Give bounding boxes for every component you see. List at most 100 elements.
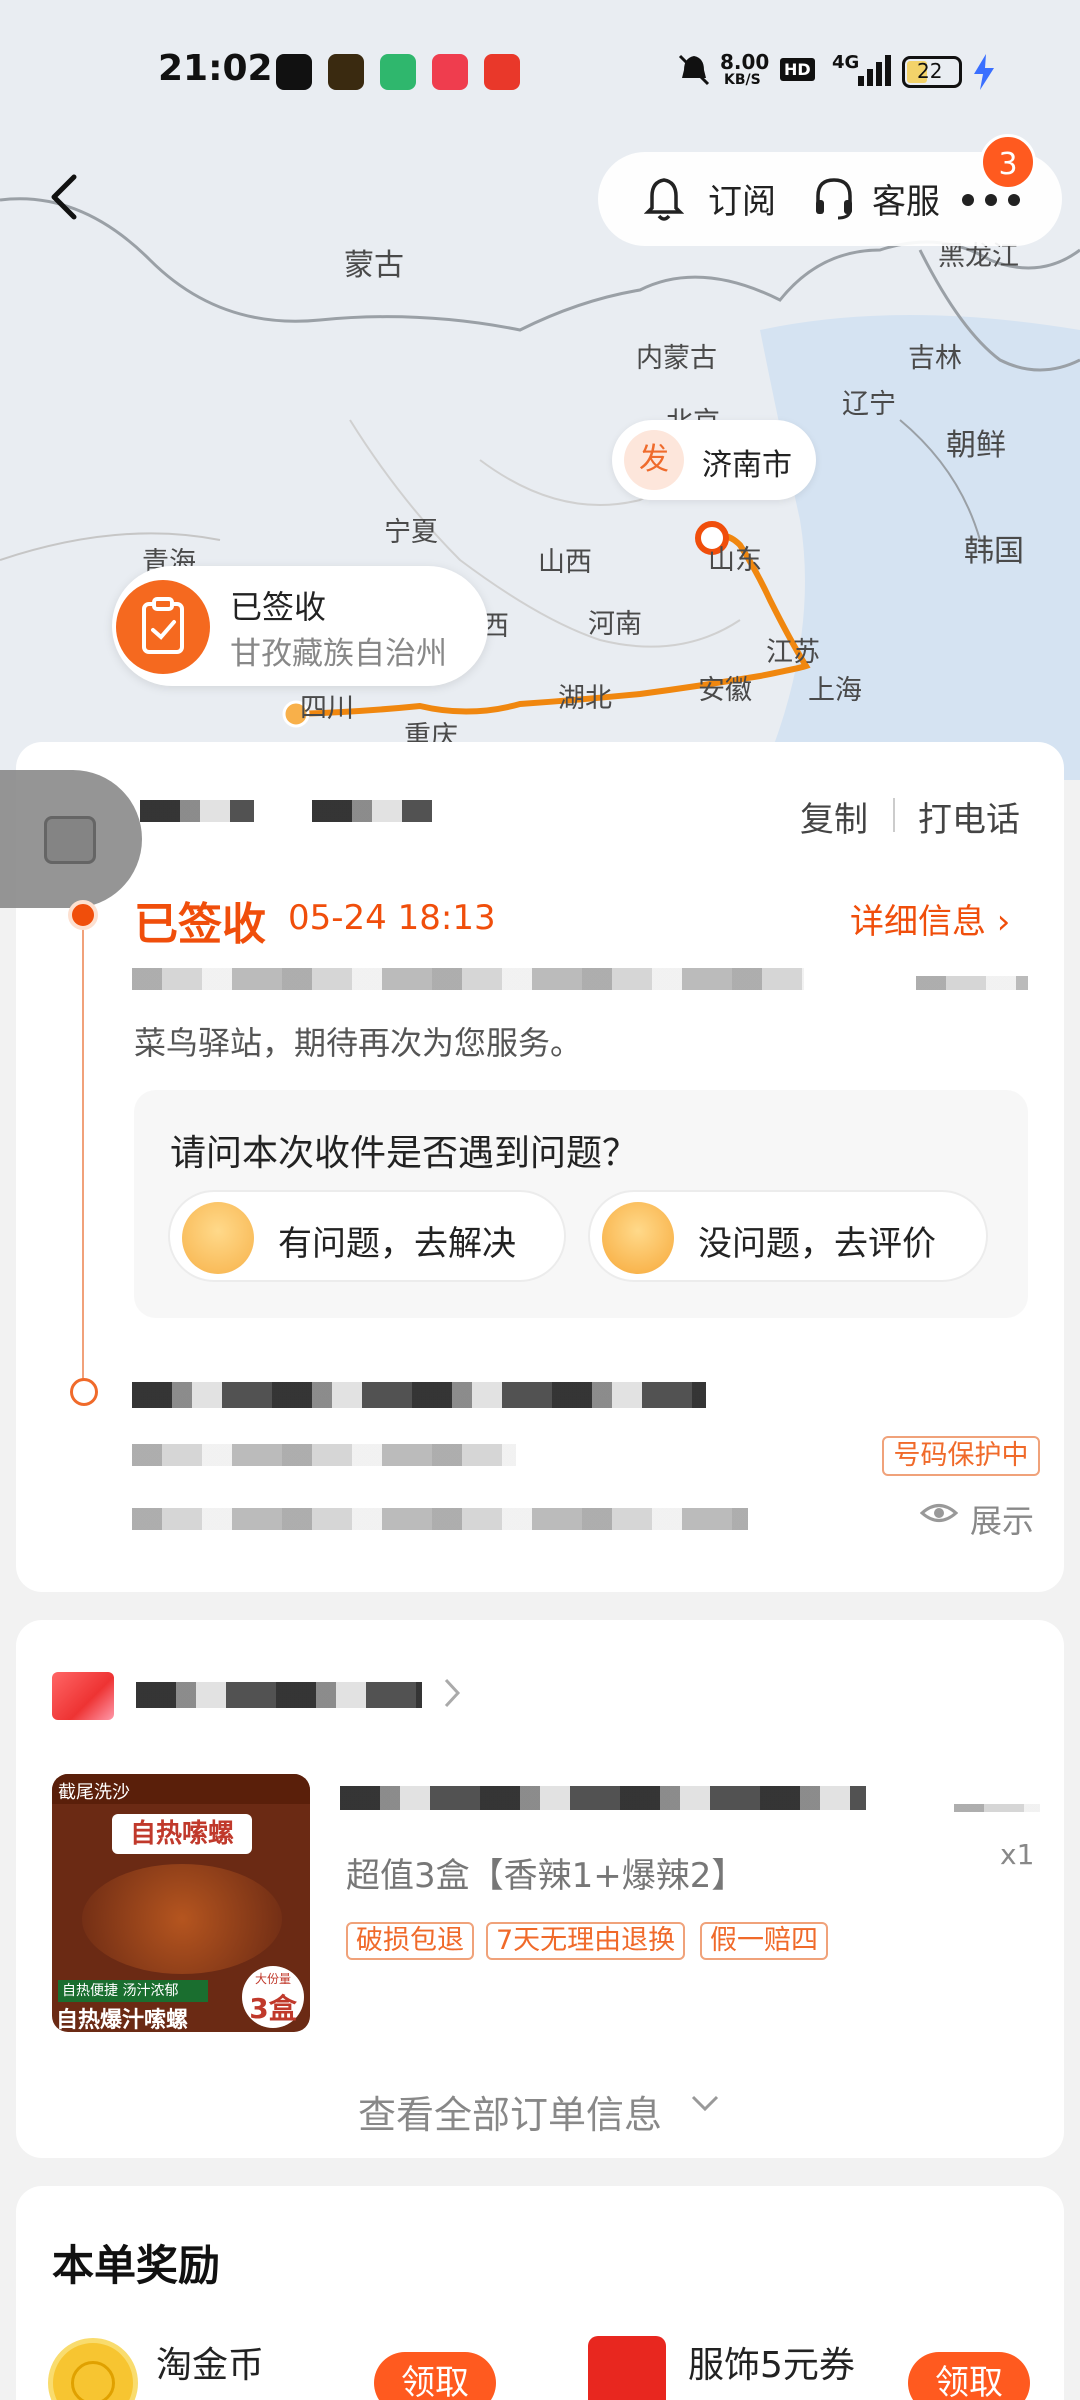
redacted-sender-phone — [132, 1444, 516, 1466]
map-label: 四川 — [300, 693, 354, 724]
reward-name: 服饰5元券 — [688, 2345, 855, 2386]
redacted-price — [954, 1804, 1040, 1812]
news-app-icon — [484, 54, 520, 90]
redacted-shop-name[interactable] — [136, 1682, 422, 1708]
has-problem-button[interactable]: 有问题，去解决 — [168, 1190, 566, 1282]
call-button[interactable]: 打电话 — [918, 792, 1020, 841]
view-all-order-label: 查看全部订单信息 — [358, 2093, 663, 2137]
timeline-dot-active — [68, 900, 98, 930]
redacted-tracking-number — [312, 800, 432, 822]
map-label: 辽宁 — [842, 389, 896, 420]
product-tag: 破损包退 — [346, 1922, 474, 1960]
product-variant: 超值3盒【香辣1+爆辣2】 — [346, 1856, 746, 1896]
more-icon[interactable] — [960, 190, 1022, 210]
badge-boxes: 3盒 — [249, 1992, 297, 2025]
notification-badge: 3 — [980, 134, 1036, 190]
reward-title: 本单奖励 — [52, 2241, 221, 2290]
reward-name: 淘金币 — [156, 2345, 265, 2386]
floating-widget[interactable] — [0, 770, 142, 908]
view-all-order-button[interactable]: 查看全部订单信息 — [358, 2084, 662, 2139]
map-label: 湖北 — [558, 683, 612, 714]
headset-icon[interactable] — [812, 174, 856, 222]
battery-level: 22 — [917, 59, 943, 83]
product-image-title: 自热嗦螺 — [112, 1814, 252, 1854]
claim-button[interactable]: 领取 — [908, 2352, 1030, 2400]
timeline-line — [82, 916, 84, 1390]
origin-city: 济南市 — [702, 448, 792, 483]
product-image-caption: 截尾洗沙 — [52, 1774, 310, 1804]
redacted-sender-info — [132, 1382, 706, 1408]
delivery-status: 已签收 — [134, 899, 266, 950]
hd-badge: HD — [780, 58, 815, 81]
music-app-icon — [432, 54, 468, 90]
origin-tag: 发 — [624, 430, 684, 490]
product-image-badge: 大份量 3盒 — [242, 1966, 304, 2028]
map-label: 内蒙古 — [636, 343, 717, 374]
map-label: 河南 — [588, 609, 642, 640]
no-problem-label: 没问题，去评价 — [698, 1224, 936, 1264]
map-label: 安徽 — [698, 675, 752, 706]
tiktok-icon — [276, 54, 312, 90]
chevron-down-icon[interactable] — [690, 2094, 720, 2114]
destination-marker[interactable]: 已签收 甘孜藏族自治州 — [112, 566, 488, 686]
map-label: 吉林 — [908, 343, 962, 374]
back-icon[interactable] — [44, 172, 84, 222]
red-envelope-icon — [588, 2336, 666, 2400]
map-label: 山东 — [708, 545, 762, 576]
snail-dish-image — [82, 1864, 282, 1974]
signal-icon — [858, 55, 891, 86]
badge-big-portion: 大份量 — [254, 1972, 291, 1986]
product-image-tagline: 自热便捷 汤汁浓郁 — [58, 1980, 208, 2002]
battery-icon: 22 — [902, 56, 962, 88]
action-divider — [893, 798, 895, 832]
customer-service-button[interactable]: 客服 — [872, 174, 940, 223]
redacted-delivery-address-end — [916, 976, 1028, 990]
feedback-question: 请问本次收件是否遇到问题？ — [170, 1133, 639, 1174]
bell-icon[interactable] — [644, 176, 684, 222]
courier-box-icon — [44, 816, 96, 864]
clipboard-check-icon — [116, 580, 210, 674]
copy-button[interactable]: 复制 — [800, 792, 868, 841]
mute-icon — [678, 54, 710, 86]
status-time: 21:02 — [158, 48, 273, 89]
video-app-icon — [380, 54, 416, 90]
product-quantity: x1 — [1000, 1838, 1035, 1871]
no-problem-button[interactable]: 没问题，去评价 — [588, 1190, 988, 1282]
product-image-name: 自热爆汁嗦螺 — [56, 2008, 189, 2032]
map-label: 朝鲜 — [946, 428, 1006, 463]
redacted-product-title[interactable] — [340, 1786, 866, 1810]
map-label: 宁夏 — [384, 517, 438, 548]
redacted-delivery-address — [132, 968, 804, 990]
chevron-right-icon[interactable] — [442, 1676, 462, 1710]
product-tag: 7天无理由退换 — [486, 1922, 686, 1960]
destination-status: 已签收 — [230, 588, 327, 626]
detail-info-link[interactable]: 详细信息 › — [850, 894, 1010, 943]
timeline-dot-origin — [70, 1378, 98, 1406]
feedback-question-box: 请问本次收件是否遇到问题？ 有问题，去解决 没问题，去评价 — [134, 1090, 1028, 1318]
happy-face-icon — [602, 1202, 674, 1274]
game-icon — [328, 54, 364, 90]
detail-info-label: 详细信息 — [850, 902, 986, 942]
status-bar: 21:02 8.00 KB/S HD 4G 22 — [0, 0, 1080, 140]
privacy-tag: 号码保护中 — [882, 1436, 1040, 1476]
claim-button[interactable]: 领取 — [374, 2352, 496, 2400]
show-button[interactable]: 展示 — [970, 1496, 1034, 1542]
product-image[interactable]: 截尾洗沙 自热嗦螺 自热便捷 汤汁浓郁 自热爆汁嗦螺 大份量 3盒 — [52, 1774, 310, 2032]
eye-icon[interactable] — [920, 1498, 958, 1528]
redacted-courier-name — [140, 800, 254, 822]
map-label: 上海 — [808, 675, 862, 706]
net-speed: 8.00 — [720, 50, 770, 74]
map-label: 江苏 — [766, 637, 820, 668]
charging-icon — [974, 54, 994, 90]
map-label: 韩国 — [964, 534, 1024, 569]
map-label: 蒙古 — [344, 248, 404, 283]
map-label: 山西 — [538, 547, 592, 578]
delivery-time: 05-24 18:13 — [288, 898, 496, 938]
subscribe-button[interactable]: 订阅 — [708, 174, 776, 223]
destination-place: 甘孜藏族自治州 — [230, 636, 447, 672]
redacted-sender-address — [132, 1508, 748, 1530]
shop-icon — [52, 1672, 114, 1720]
net-speed-unit: KB/S — [724, 72, 761, 88]
origin-marker[interactable]: 发 济南市 — [612, 420, 816, 500]
service-message: 菜鸟驿站，期待再次为您服务。 — [134, 1024, 583, 1062]
